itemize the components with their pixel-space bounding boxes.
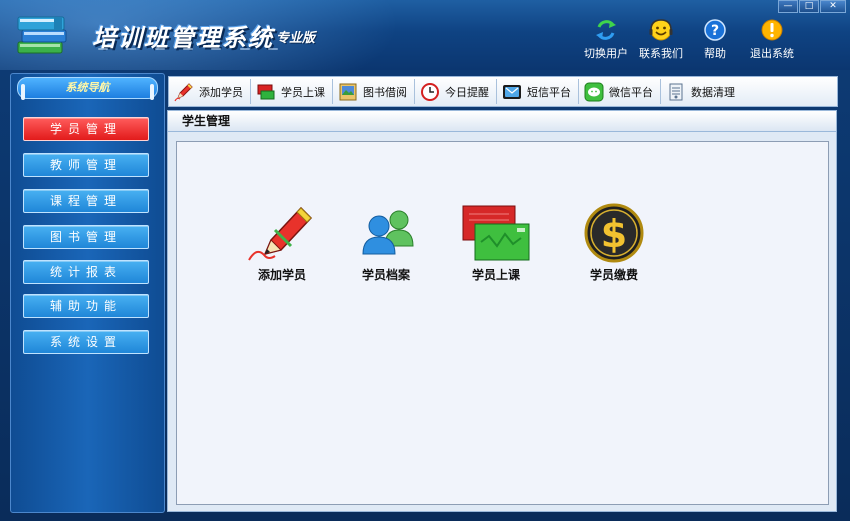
sidebar-title: 系统导航 bbox=[17, 77, 158, 100]
toolbar-sms-platform-label: 短信平台 bbox=[527, 85, 571, 99]
sidebar-item-auxiliary-functions[interactable]: 辅助功能 bbox=[23, 294, 149, 318]
app-edition: 专业版 bbox=[276, 31, 316, 46]
message-icon bbox=[503, 84, 521, 99]
shortcut-student-payment-label: 学员缴费 bbox=[589, 268, 638, 282]
shortcut-student-records-label: 学员档案 bbox=[361, 268, 410, 282]
pen-icon bbox=[248, 206, 313, 261]
maximize-button[interactable]: □ bbox=[799, 0, 819, 13]
panel-title: 学生管理 bbox=[168, 111, 836, 132]
toolbar-today-reminder-button[interactable]: 今日提醒 bbox=[415, 79, 497, 104]
exit-system-button[interactable]: 退出系统 bbox=[742, 18, 802, 61]
clock-icon bbox=[421, 82, 439, 101]
pencil-icon bbox=[174, 82, 193, 101]
toolbar-book-borrow-label: 图书借阅 bbox=[363, 85, 407, 99]
content-panel: 学生管理 添加学员 学员档案 学员上课 $ 学员缴费 bbox=[167, 110, 837, 512]
toolbar-book-borrow-button[interactable]: 图书借阅 bbox=[333, 79, 415, 104]
shortcut-student-payment[interactable]: $ 学员缴费 bbox=[569, 202, 659, 283]
shortcut-student-class-label: 学员上课 bbox=[471, 268, 520, 282]
toolbar-data-cleanup-button[interactable]: 数据清理 bbox=[661, 79, 742, 104]
books-logo-icon bbox=[17, 16, 67, 54]
sidebar-item-statistics-reports[interactable]: 统计报表 bbox=[23, 260, 149, 284]
toolbar-sms-platform-button[interactable]: 短信平台 bbox=[497, 79, 579, 104]
help-label: 帮助 bbox=[704, 47, 726, 60]
minimize-button[interactable]: — bbox=[778, 0, 798, 13]
close-button[interactable]: ✕ bbox=[820, 0, 846, 13]
window-controls: — □ ✕ bbox=[778, 0, 846, 13]
contact-us-button[interactable]: 联系我们 bbox=[631, 18, 691, 61]
dollar-coin-icon: $ bbox=[584, 203, 644, 263]
shortcut-add-student[interactable]: 添加学员 bbox=[237, 202, 327, 283]
shortcut-add-student-label: 添加学员 bbox=[257, 268, 306, 282]
exit-system-label: 退出系统 bbox=[750, 47, 794, 60]
book-icon bbox=[339, 83, 357, 100]
contact-smiley-icon bbox=[649, 19, 673, 41]
exit-alert-icon bbox=[761, 19, 783, 41]
sidebar-item-course-management[interactable]: 课程管理 bbox=[23, 189, 149, 213]
cleanup-icon bbox=[669, 83, 683, 100]
toolbar-add-student-button[interactable]: 添加学员 bbox=[169, 79, 251, 104]
ticket-icon bbox=[462, 205, 530, 261]
wechat-icon bbox=[584, 82, 604, 101]
toolbar-wechat-platform-label: 微信平台 bbox=[609, 85, 653, 99]
contact-us-label: 联系我们 bbox=[639, 47, 683, 60]
svg-text:?: ? bbox=[711, 23, 719, 39]
panel-body: 添加学员 学员档案 学员上课 $ 学员缴费 bbox=[176, 141, 829, 505]
toolbar-student-class-label: 学员上课 bbox=[281, 85, 325, 99]
toolbar-wechat-platform-button[interactable]: 微信平台 bbox=[579, 79, 661, 104]
svg-text:$: $ bbox=[601, 212, 627, 256]
toolbar-student-class-button[interactable]: 学员上课 bbox=[251, 79, 333, 104]
sidebar-item-student-management[interactable]: 学员管理 bbox=[23, 117, 149, 141]
switch-user-icon bbox=[596, 20, 616, 40]
sidebar-item-system-settings[interactable]: 系统设置 bbox=[23, 330, 149, 354]
switch-user-label: 切换用户 bbox=[584, 47, 628, 60]
tickets-icon bbox=[257, 84, 275, 99]
toolbar-data-cleanup-label: 数据清理 bbox=[691, 85, 735, 99]
toolbar-today-reminder-label: 今日提醒 bbox=[445, 85, 489, 99]
app-subtitle-decoration bbox=[98, 48, 278, 50]
toolbar-add-student-label: 添加学员 bbox=[199, 85, 243, 99]
sidebar: 系统导航 学员管理 教师管理 课程管理 图书管理 统计报表 辅助功能 系统设置 bbox=[10, 73, 165, 513]
help-button[interactable]: ? 帮助 bbox=[685, 18, 745, 61]
shortcut-student-records[interactable]: 学员档案 bbox=[341, 202, 431, 283]
shortcut-student-class[interactable]: 学员上课 bbox=[451, 202, 541, 283]
sidebar-item-book-management[interactable]: 图书管理 bbox=[23, 225, 149, 249]
app-header: 培训班管理系统 专业版 切换用户 联系我们 ? 帮助 退出系统 — □ ✕ bbox=[0, 0, 850, 70]
toolbar: 添加学员 学员上课 图书借阅 今日提醒 短信平台 微信平台 数据清理 bbox=[168, 76, 838, 107]
switch-user-button[interactable]: 切换用户 bbox=[576, 18, 636, 61]
help-icon: ? bbox=[704, 19, 726, 41]
people-icon bbox=[362, 210, 414, 255]
sidebar-item-teacher-management[interactable]: 教师管理 bbox=[23, 153, 149, 177]
